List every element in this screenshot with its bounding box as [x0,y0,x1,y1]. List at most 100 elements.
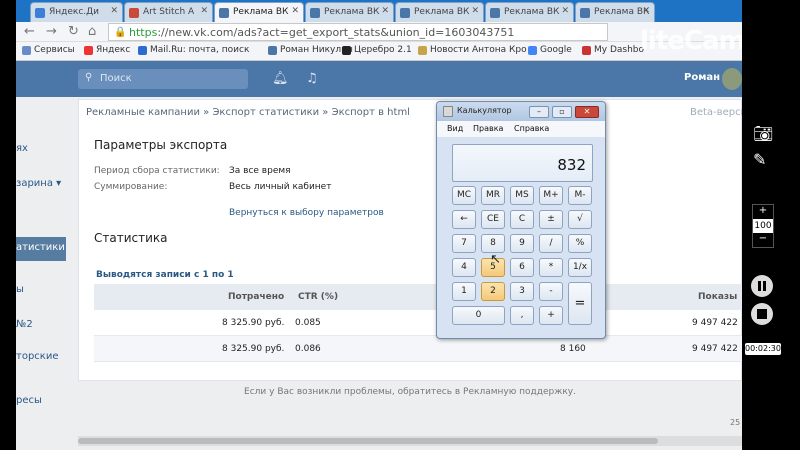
close-tab-icon[interactable]: ✕ [381,6,389,16]
key-reciprocal[interactable]: 1/x [568,258,592,277]
key-add[interactable]: + [539,306,563,325]
calculator-titlebar[interactable]: Калькулятор – ▫ ✕ [437,102,605,121]
tab-label: Art Stitch A [143,7,195,17]
key-mc[interactable]: MC [452,186,476,205]
vk-favicon-icon [400,8,410,18]
key-7[interactable]: 7 [452,234,476,253]
close-tab-icon[interactable]: ✕ [642,6,650,16]
back-to-params-link[interactable]: Вернуться к выбору параметров [229,208,384,218]
forward-arrow-icon[interactable]: → [46,24,57,39]
zoom-control[interactable]: + 100 − [752,204,774,248]
horizontal-scrollbar[interactable] [78,436,742,446]
yandex-disk-favicon-icon [35,8,45,18]
tab-art-stitch[interactable]: Art Stitch A ✕ [124,2,213,22]
key-4[interactable]: 4 [452,258,476,277]
menu-view[interactable]: Вид [447,124,463,133]
key-backspace[interactable]: ← [452,210,476,229]
tab-yandex-disk[interactable]: Яндекс.Ди ✕ [30,2,123,22]
bookmark-services[interactable]: Сервисы [22,45,75,55]
zoom-in-button[interactable]: + [753,205,773,219]
table-row: 8 325.90 руб. 0.085 9 497 422 [94,310,742,336]
key-equals[interactable]: = [568,282,592,325]
close-tab-icon[interactable]: ✕ [200,6,208,16]
cell-ctr: 0.086 [295,344,321,354]
music-note-icon[interactable]: ♫ [306,71,318,86]
key-3[interactable]: 3 [510,282,534,301]
key-2[interactable]: 2 [481,282,505,301]
sidebar-item[interactable]: зарина ▾ [16,178,61,189]
close-tab-icon[interactable]: ✕ [561,6,569,16]
header-ctr[interactable]: CTR (%) [298,292,338,302]
tab-vk-ads[interactable]: Реклама ВК ✕ [485,2,574,22]
close-tab-icon[interactable]: ✕ [291,6,299,16]
sidebar-item[interactable]: торские [16,351,58,362]
bookmark-mailru[interactable]: Mail.Ru: почта, поиск [138,45,249,55]
vk-search-input[interactable]: ⚲ Поиск [78,69,248,89]
url-rest: ://new.vk.com/ads?act=get_export_stats&u… [157,26,515,39]
header-spent[interactable]: Потрачено [228,292,284,302]
key-percent[interactable]: % [568,234,592,253]
tab-vk-ads[interactable]: Реклама ВК ✕ [575,2,655,22]
close-tab-icon[interactable]: ✕ [471,6,479,16]
sidebar-item-statistics-selected[interactable]: атистики [16,237,66,261]
avatar[interactable] [722,68,742,90]
key-ce[interactable]: CE [481,210,505,229]
key-subtract[interactable]: - [539,282,563,301]
page-number: 25 [730,418,741,427]
key-mr[interactable]: MR [481,186,505,205]
beta-label[interactable]: Beta-верси [690,107,742,118]
key-c[interactable]: C [510,210,534,229]
header-shows[interactable]: Показы [698,292,737,302]
bookmark-news[interactable]: Новости Антона Кро [418,45,527,55]
key-ms[interactable]: MS [510,186,534,205]
maximize-icon[interactable]: ▫ [552,106,572,118]
tab-vk-ads[interactable]: Реклама ВК ✕ [305,2,394,22]
close-icon[interactable]: ✕ [575,106,599,118]
menu-help[interactable]: Справка [514,124,549,133]
key-1[interactable]: 1 [452,282,476,301]
minimize-icon[interactable]: – [529,106,549,118]
sidebar-item[interactable]: ресы [16,395,42,406]
key-6[interactable]: 6 [510,258,534,277]
home-icon[interactable]: ⌂ [88,24,96,39]
bell-icon[interactable]: 🔔︎ [272,71,289,86]
bookmark-cerebro[interactable]: Церебро 2.1 [342,45,412,55]
vk-header: ⚲ Поиск 🔔︎ ♫ Роман [16,61,742,97]
key-mplus[interactable]: M+ [539,186,563,205]
support-note[interactable]: Если у Вас возникли проблемы, обратитесь… [78,387,742,397]
tab-vk-ads-active[interactable]: Реклама ВК ✕ [214,2,304,22]
key-plusminus[interactable]: ± [539,210,563,229]
close-tab-icon[interactable]: ✕ [110,6,118,16]
scrollbar-thumb[interactable] [78,438,658,444]
key-decimal[interactable]: , [510,306,534,325]
key-9[interactable]: 9 [510,234,534,253]
user-name[interactable]: Роман [684,72,720,83]
lock-icon: 🔒 [114,27,127,38]
url-field[interactable]: 🔒 https://new.vk.com/ads?act=get_export_s… [108,23,608,41]
bookmark-yandex[interactable]: Яндекс [84,45,130,55]
tab-vk-ads[interactable]: Реклама ВК ✕ [395,2,484,22]
bookmark-google[interactable]: Google [528,45,572,55]
mailru-icon [138,46,147,55]
stop-icon[interactable] [751,303,773,325]
key-8[interactable]: 8 [481,234,505,253]
zoom-out-button[interactable]: − [753,233,773,247]
key-0[interactable]: 0 [452,306,505,325]
reload-icon[interactable]: ↻ [68,24,79,39]
camera-icon[interactable]: 📷︎ [753,124,773,143]
vk-favicon-icon [310,8,320,18]
sidebar-item[interactable]: ы [16,284,24,295]
menu-edit[interactable]: Правка [473,124,503,133]
breadcrumb[interactable]: Рекламные кампании » Экспорт статистики … [86,107,410,118]
key-mminus[interactable]: M- [568,186,592,205]
bookmark-roman[interactable]: Роман Никулин [268,45,353,55]
bookmark-dashboard[interactable]: My Dashbo [582,45,644,55]
back-arrow-icon[interactable]: ← [24,24,35,39]
sidebar-item[interactable]: №2 [16,319,33,330]
pause-icon[interactable] [751,275,773,297]
key-divide[interactable]: / [539,234,563,253]
key-sqrt[interactable]: √ [568,210,592,229]
key-multiply[interactable]: * [539,258,563,277]
sidebar-item[interactable]: ях [16,143,28,154]
pen-icon[interactable]: ✎ [753,150,766,169]
